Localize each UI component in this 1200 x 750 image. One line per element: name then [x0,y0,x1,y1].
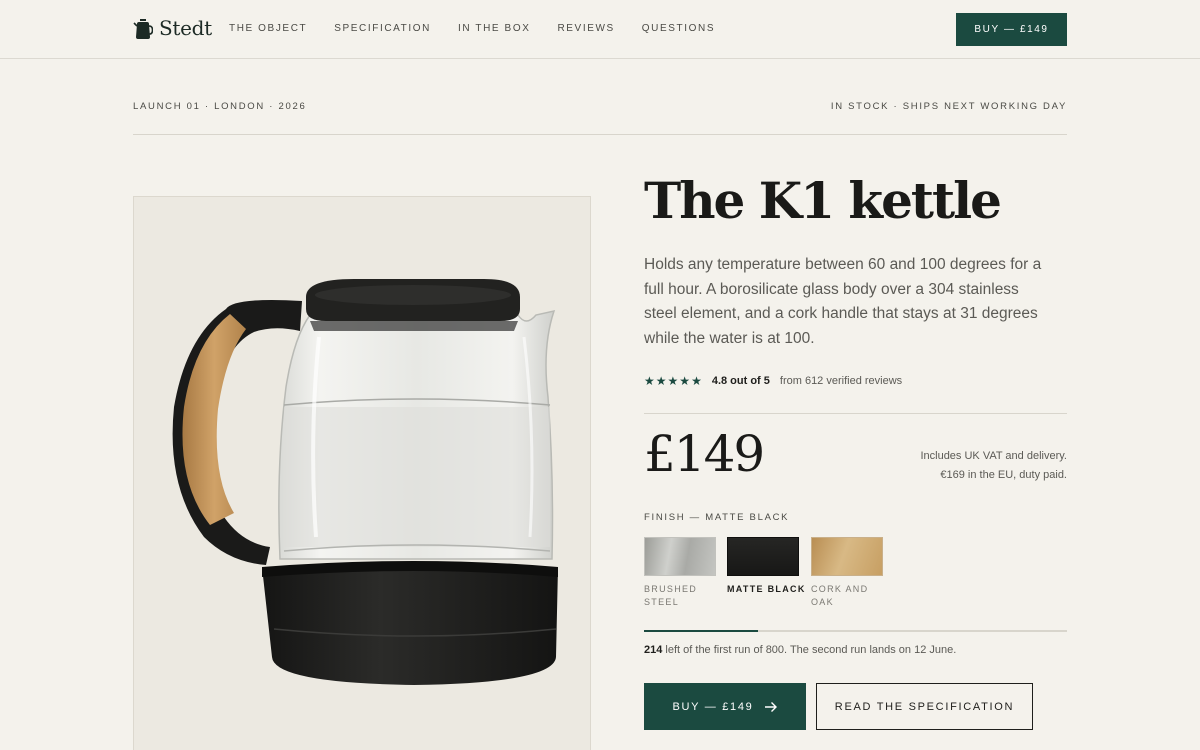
swatch-label-cork-and-oak[interactable]: CORK AND OAK [811,583,881,608]
read-specification-button[interactable]: READ THE SPECIFICATION [816,683,1033,730]
arrow-right-icon [764,701,777,712]
star-icon: ★ [644,374,655,388]
site-header: Stedt THE OBJECT SPECIFICATION IN THE BO… [0,0,1200,59]
rating-summary[interactable]: ★ ★ ★ ★ ★ 4.8 out of 5 from 612 verified… [644,374,902,388]
swatch-matte-black[interactable] [727,537,799,576]
star-icon: ★ [679,374,691,388]
main-nav: THE OBJECT SPECIFICATION IN THE BOX REVI… [229,23,715,35]
launch-info: LAUNCH 01 · LONDON · 2026 [133,101,307,112]
swatch-brushed-steel[interactable] [644,537,716,576]
finish-label: FINISH — MATTE BLACK [644,512,790,523]
rating-score: 4.8 out of 5 [711,375,770,387]
kettle-icon [133,19,153,39]
nav-item-in-the-box[interactable]: IN THE BOX [458,23,531,35]
swatch-cork-and-oak[interactable] [811,537,883,576]
product-image [133,196,591,750]
header-buy-button[interactable]: BUY — £149 [956,13,1067,46]
star-rating: ★ ★ ★ ★ ★ [644,374,702,388]
star-icon: ★ [667,374,679,388]
stock-remaining-note: left of the first run of 800. The second… [665,644,957,656]
product-price: £149 [644,425,765,483]
product-title: The K1 kettle [644,171,1002,230]
price-note-eu: €169 in the EU, duty paid. [940,468,1067,481]
buy-button-label: BUY — £149 [672,700,754,713]
swatch-label-brushed-steel[interactable]: BRUSHED STEEL [644,583,726,608]
swatch-label-matte-black[interactable]: MATTE BLACK [727,583,809,596]
stock-remaining-count: 214 [644,644,663,656]
star-icon: ★ [655,374,667,388]
stock-status: IN STOCK · SHIPS NEXT WORKING DAY [830,101,1067,112]
stock-progress-bar [644,630,1067,632]
nav-item-questions[interactable]: QUESTIONS [642,23,715,35]
nav-item-specification[interactable]: SPECIFICATION [334,23,431,35]
brand-name: Stedt [159,16,212,40]
nav-item-the-object[interactable]: THE OBJECT [229,23,307,35]
buy-button[interactable]: BUY — £149 [644,683,806,730]
divider [644,413,1067,414]
kettle-illustration [172,279,558,685]
divider [133,134,1067,135]
brand-logo[interactable]: Stedt [133,14,212,42]
star-icon: ★ [691,374,702,388]
product-description: Holds any temperature between 60 and 100… [644,256,1042,348]
price-note: Includes UK VAT and delivery. €169 in th… [920,447,1067,484]
review-count: from 612 verified reviews [779,375,903,387]
stock-remaining-text: 214 left of the first run of 800. The se… [644,644,956,656]
stock-progress-fill [644,630,759,632]
nav-item-reviews[interactable]: REVIEWS [557,23,614,35]
price-note-vat: Includes UK VAT and delivery. [920,450,1067,462]
